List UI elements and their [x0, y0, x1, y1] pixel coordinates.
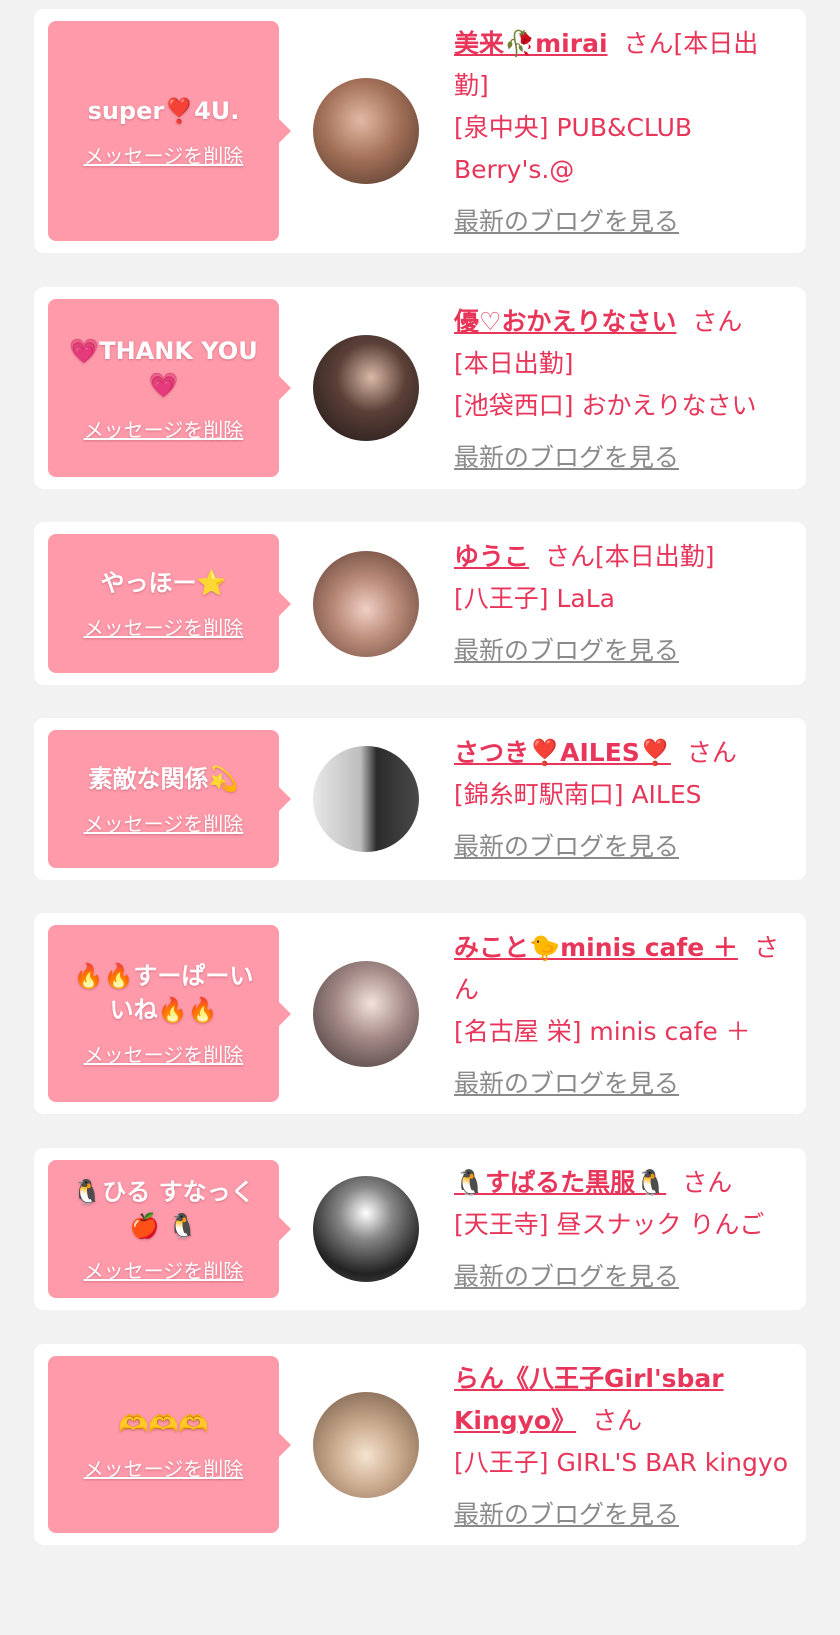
latest-blog-link[interactable]: 最新のブログを見る — [454, 437, 679, 479]
avatar[interactable] — [313, 78, 419, 184]
message-text: 🫶🫶🫶 — [118, 1410, 209, 1438]
message-card: super❣️4U. メッセージを削除 美来🥀mirai さん[本日出勤] [泉中… — [34, 9, 806, 253]
message-card: 🔥🔥すーぱーいいね🔥🔥 メッセージを削除 みこと🐤minis cafe ＋さん … — [34, 913, 806, 1114]
shop-info: [錦糸町駅南口] AILES — [454, 780, 702, 809]
message-text: 素敵な関係💫 — [88, 764, 239, 793]
honorific: さん — [692, 307, 743, 336]
latest-blog-link[interactable]: 最新のブログを見る — [454, 826, 679, 868]
delete-message-link[interactable]: メッセージを削除 — [84, 808, 244, 837]
message-card: 💗THANK YOU💗 メッセージを削除 優♡おかえりなさい さん [本日出勤] … — [34, 287, 806, 489]
latest-blog-link[interactable]: 最新のブログを見る — [454, 1063, 679, 1105]
honorific: さん — [623, 29, 674, 58]
message-bubble: 🔥🔥すーぱーいいね🔥🔥 メッセージを削除 — [48, 925, 291, 1102]
delete-message-link[interactable]: メッセージを削除 — [84, 612, 244, 641]
shop-info: [池袋西口] おかえりなさい — [454, 391, 757, 420]
cast-info: 美来🥀mirai さん[本日出勤] [泉中央] PUB&CLUB Berry's.… — [454, 23, 792, 243]
message-bubble: super❣️4U. メッセージを削除 — [48, 21, 291, 241]
message-bubble: 🐧ひる すなっく🍎 🐧 メッセージを削除 — [48, 1160, 291, 1298]
cast-info: ゆうこ さん[本日出勤] [八王子] LaLa 最新のブログを見る — [454, 536, 792, 672]
work-status: [本日出勤] — [595, 542, 715, 571]
cast-name-link[interactable]: 優♡おかえりなさい — [454, 307, 676, 336]
cast-name-link[interactable]: ゆうこ — [454, 542, 529, 571]
latest-blog-link[interactable]: 最新のブログを見る — [454, 1256, 679, 1298]
latest-blog-link[interactable]: 最新のブログを見る — [454, 201, 679, 243]
message-bubble: やっほー⭐ メッセージを削除 — [48, 534, 291, 673]
work-status: [本日出勤] — [454, 349, 574, 378]
shop-info: [八王子] LaLa — [454, 584, 615, 613]
honorific: さん — [592, 1406, 643, 1435]
cast-info: さつき❣️AILES❣️ さん [錦糸町駅南口] AILES 最新のブログを見る — [454, 732, 792, 868]
shop-info: [名古屋 栄] minis cafe ＋ — [454, 1017, 751, 1046]
shop-info: [八王子] GIRL'S BAR kingyo — [454, 1448, 788, 1477]
honorific: さん — [545, 542, 596, 571]
shop-info: [泉中央] PUB&CLUB Berry's.@ — [454, 113, 693, 184]
message-bubble: 素敵な関係💫 メッセージを削除 — [48, 730, 291, 868]
message-bubble: 🫶🫶🫶 メッセージを削除 — [48, 1356, 291, 1533]
delete-message-link[interactable]: メッセージを削除 — [84, 1255, 244, 1284]
avatar[interactable] — [313, 1391, 419, 1498]
avatar[interactable] — [313, 1176, 419, 1282]
message-text: 🔥🔥すーぱーいいね🔥🔥 — [73, 962, 254, 1024]
message-card: 🐧ひる すなっく🍎 🐧 メッセージを削除 🐧すぱるた黒服🐧 さん [天王寺] 昼ス… — [34, 1148, 806, 1310]
cast-info: みこと🐤minis cafe ＋さん [名古屋 栄] minis cafe ＋ … — [454, 927, 792, 1105]
delete-message-link[interactable]: メッセージを削除 — [84, 1453, 244, 1482]
message-text: super❣️4U. — [87, 96, 240, 125]
honorific: さん — [686, 738, 737, 767]
cast-name-link[interactable]: みこと🐤minis cafe ＋ — [454, 933, 738, 962]
cast-name-link[interactable]: 美来🥀mirai — [454, 29, 608, 58]
message-text: 🐧ひる すなっく🍎 🐧 — [72, 1177, 255, 1240]
message-card: 🫶🫶🫶 メッセージを削除 らん《八王子Girl'sbar Kingyo》 さん [… — [34, 1344, 806, 1545]
message-text: やっほー⭐ — [100, 569, 227, 597]
avatar[interactable] — [313, 746, 419, 852]
cast-info: 🐧すぱるた黒服🐧 さん [天王寺] 昼スナック りんご 最新のブログを見る — [454, 1162, 792, 1298]
delete-message-link[interactable]: メッセージを削除 — [84, 140, 244, 169]
delete-message-link[interactable]: メッセージを削除 — [84, 1039, 244, 1068]
latest-blog-link[interactable]: 最新のブログを見る — [454, 1494, 679, 1536]
honorific: さん — [682, 1168, 733, 1197]
avatar[interactable] — [313, 335, 419, 441]
message-card: やっほー⭐ メッセージを削除 ゆうこ さん[本日出勤] [八王子] LaLa 最新… — [34, 522, 806, 685]
cast-info: 優♡おかえりなさい さん [本日出勤] [池袋西口] おかえりなさい 最新のブログ… — [454, 301, 792, 479]
message-list: super❣️4U. メッセージを削除 美来🥀mirai さん[本日出勤] [泉中… — [0, 0, 840, 1635]
cast-name-link[interactable]: らん《八王子Girl'sbar Kingyo》 — [454, 1364, 724, 1435]
message-text: 💗THANK YOU💗 — [69, 336, 258, 399]
delete-message-link[interactable]: メッセージを削除 — [84, 414, 244, 443]
cast-name-link[interactable]: 🐧すぱるた黒服🐧 — [454, 1168, 666, 1197]
avatar[interactable] — [313, 960, 419, 1067]
shop-info: [天王寺] 昼スナック りんご — [454, 1210, 765, 1239]
cast-name-link[interactable]: さつき❣️AILES❣️ — [454, 738, 671, 767]
cast-info: らん《八王子Girl'sbar Kingyo》 さん [八王子] GIRL'S B… — [454, 1358, 792, 1536]
message-card: 素敵な関係💫 メッセージを削除 さつき❣️AILES❣️ さん [錦糸町駅南口] … — [34, 718, 806, 880]
message-bubble: 💗THANK YOU💗 メッセージを削除 — [48, 299, 291, 477]
latest-blog-link[interactable]: 最新のブログを見る — [454, 630, 679, 672]
avatar[interactable] — [313, 550, 419, 657]
